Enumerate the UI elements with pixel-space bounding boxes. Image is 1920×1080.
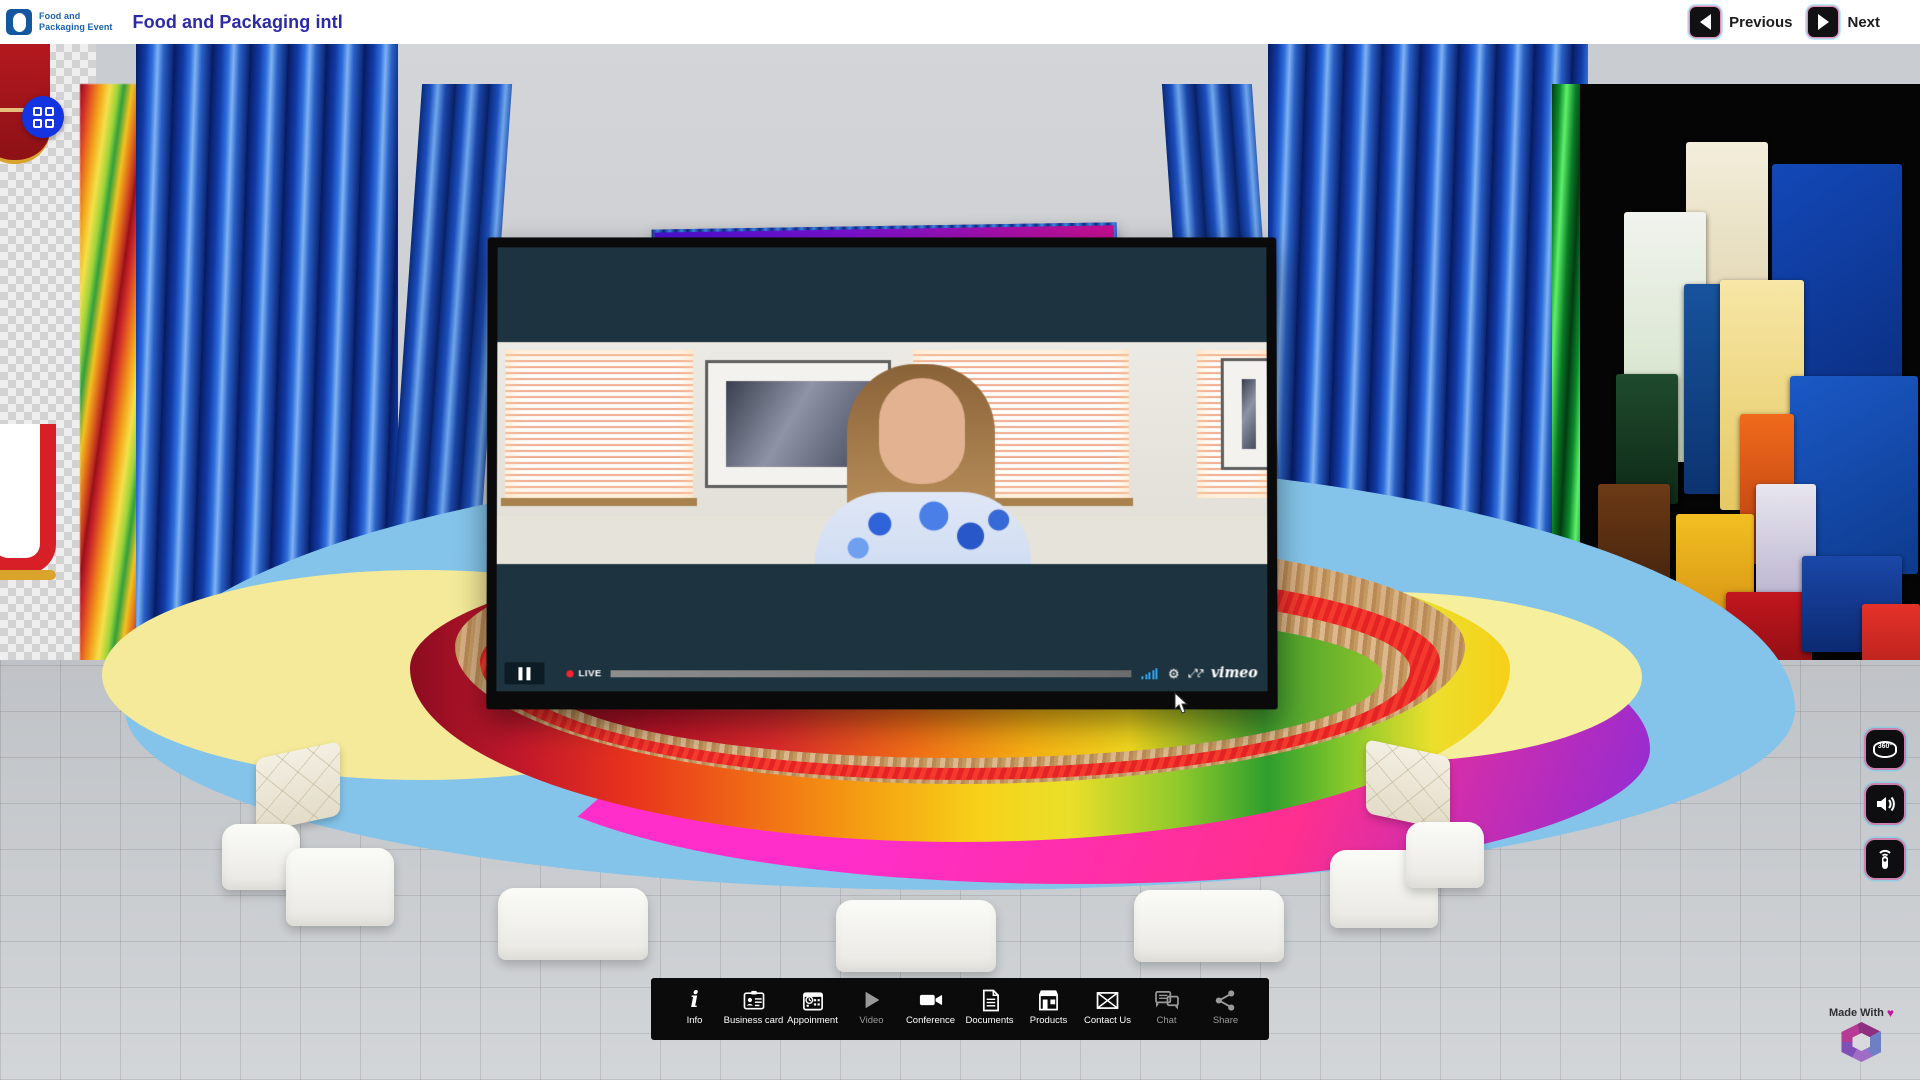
id-card-icon xyxy=(743,987,765,1013)
envelope-icon xyxy=(1096,987,1119,1013)
vimeo-logo: vimeo xyxy=(1211,665,1258,681)
gear-icon[interactable]: ⚙ xyxy=(1168,667,1180,680)
toolbar-item-business-card[interactable]: Business card xyxy=(724,981,783,1037)
video-camera-icon xyxy=(919,987,943,1013)
grid-menu-icon[interactable] xyxy=(22,96,64,138)
video-player-controls[interactable]: LIVE ⚙ ⤢⤤ vimeo xyxy=(496,655,1267,691)
toolbar-item-products[interactable]: Products xyxy=(1019,981,1078,1037)
video-window-blind-left xyxy=(505,350,693,498)
top-header-bar: Food and Packaging Event Food and Packag… xyxy=(0,0,1920,44)
sofa-seat-5 xyxy=(1134,890,1284,962)
toolbar-label-appointment: Appoinment xyxy=(787,1015,838,1026)
toolbar-item-documents[interactable]: Documents xyxy=(960,981,1019,1037)
cube-logo xyxy=(1841,1022,1881,1062)
sofa-seat-2 xyxy=(286,848,394,926)
sofa-seat-7 xyxy=(1406,822,1484,888)
speaker-icon xyxy=(1874,794,1896,814)
presentation-screen[interactable]: LIVE ⚙ ⤢⤤ vimeo xyxy=(486,237,1277,709)
toolbar-label-business-card: Business card xyxy=(724,1015,784,1026)
360-icon: 360° xyxy=(1873,741,1897,758)
video-progress-bar[interactable] xyxy=(611,670,1132,677)
made-with-text-row: Made With ♥ xyxy=(1829,1006,1894,1020)
toolbar-item-chat[interactable]: Chat xyxy=(1137,981,1196,1037)
toolbar-label-products: Products xyxy=(1030,1015,1068,1026)
toolbar-item-appointment[interactable]: Appoinment xyxy=(783,981,842,1037)
next-button-label: Next xyxy=(1847,14,1880,31)
fullscreen-icon[interactable]: ⤢⤤ xyxy=(1189,666,1203,681)
pause-icon[interactable] xyxy=(504,662,544,684)
made-with-label: Made With xyxy=(1829,1007,1884,1019)
bottom-toolbar[interactable]: i Info Business card Appoinment Video Co… xyxy=(651,978,1269,1040)
video-surface[interactable] xyxy=(496,247,1267,655)
toolbar-label-contact-us: Contact Us xyxy=(1084,1015,1131,1026)
toolbar-label-share: Share xyxy=(1213,1015,1238,1026)
triangle-left-icon xyxy=(1690,7,1720,37)
logo-diamond-shape xyxy=(13,13,26,32)
play-icon xyxy=(861,987,883,1013)
sofa-seat-4 xyxy=(836,900,996,972)
video-speaker-body xyxy=(815,492,1031,564)
sofa-seat-3 xyxy=(498,888,648,960)
video-window-sill-left xyxy=(501,498,697,506)
toolbar-label-info: Info xyxy=(687,1015,703,1026)
page-title: Food and Packaging intl xyxy=(133,12,343,33)
360-icon-label: 360° xyxy=(1878,743,1892,750)
toolbar-label-documents: Documents xyxy=(965,1015,1013,1026)
video-speaker-face xyxy=(879,378,965,484)
calendar-clock-icon xyxy=(802,987,824,1013)
toolbar-item-conference[interactable]: Conference xyxy=(901,981,960,1037)
toolbar-item-video[interactable]: Video xyxy=(842,981,901,1037)
share-icon xyxy=(1215,987,1236,1013)
logo-text: Food and Packaging Event xyxy=(39,11,113,33)
brand-block: Food and Packaging Event xyxy=(0,9,113,35)
live-badge: LIVE xyxy=(567,668,602,679)
remote-signal-icon xyxy=(1875,847,1895,871)
previous-button-label: Previous xyxy=(1729,14,1792,31)
previous-button[interactable]: Previous xyxy=(1690,7,1792,37)
toolbar-label-chat: Chat xyxy=(1156,1015,1176,1026)
red-letter-graphic xyxy=(0,424,56,574)
beacon-button[interactable] xyxy=(1866,840,1904,878)
triangle-right-icon xyxy=(1808,7,1838,37)
live-dot-icon xyxy=(567,670,574,677)
store-icon xyxy=(1037,987,1060,1013)
toolbar-item-contact-us[interactable]: Contact Us xyxy=(1078,981,1137,1037)
virtual-booth-scene[interactable]: presentation zone xyxy=(0,44,1920,1080)
live-label: LIVE xyxy=(579,668,602,679)
video-wall-art-right xyxy=(1221,358,1268,470)
header-navigation: Previous Next xyxy=(1690,7,1920,37)
made-with-watermark: Made With ♥ xyxy=(1829,1006,1894,1062)
event-logo xyxy=(6,9,32,35)
volume-bars-icon[interactable] xyxy=(1142,667,1158,679)
chat-bubbles-icon xyxy=(1155,987,1179,1013)
side-control-stack: 360° xyxy=(1866,730,1904,878)
next-button[interactable]: Next xyxy=(1808,7,1880,37)
heart-icon: ♥ xyxy=(1887,1006,1894,1020)
toolbar-item-share[interactable]: Share xyxy=(1196,981,1255,1037)
toolbar-label-video: Video xyxy=(859,1015,883,1026)
sound-toggle-button[interactable] xyxy=(1866,785,1904,823)
documents-icon xyxy=(980,987,1000,1013)
view-360-button[interactable]: 360° xyxy=(1866,730,1904,768)
video-frame-content xyxy=(497,342,1268,564)
toolbar-label-conference: Conference xyxy=(906,1015,955,1026)
toolbar-item-info[interactable]: i Info xyxy=(665,981,724,1037)
video-art-canvas-right xyxy=(1242,379,1256,449)
info-icon: i xyxy=(690,987,698,1013)
